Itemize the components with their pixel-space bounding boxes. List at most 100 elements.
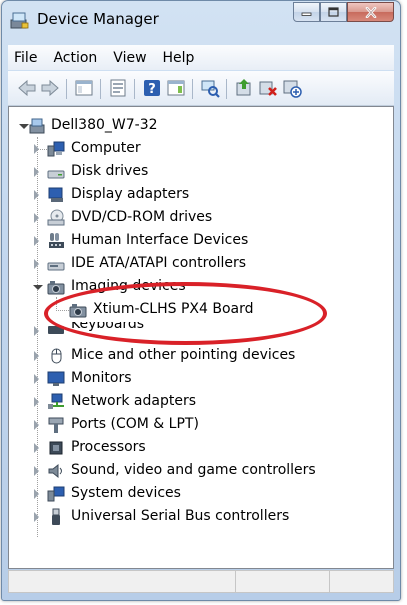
- port-icon: [48, 417, 64, 433]
- toolbar-separator: [134, 79, 135, 99]
- disable-device-icon[interactable]: [282, 78, 302, 98]
- tree-item-display-adapters[interactable]: Display adapters: [9, 184, 389, 207]
- svg-text:?: ?: [148, 82, 156, 97]
- maximize-button[interactable]: [320, 2, 347, 22]
- computer-icon: [47, 141, 65, 157]
- expand-arrow-icon[interactable]: [34, 259, 39, 269]
- expand-arrow-icon[interactable]: [34, 213, 39, 223]
- expand-arrow-icon[interactable]: [34, 512, 39, 522]
- tree-root-node[interactable]: Dell380_W7-32: [9, 115, 389, 138]
- help-icon[interactable]: ?: [142, 78, 162, 98]
- computer-root-icon: [29, 118, 45, 134]
- hid-icon: [49, 233, 64, 248]
- keyboard-icon: [48, 326, 64, 334]
- tree-item-label: Display adapters: [71, 186, 190, 202]
- expand-arrow-icon[interactable]: [34, 374, 39, 384]
- toolbar-separator: [100, 79, 101, 99]
- back-arrow-icon[interactable]: [17, 78, 37, 98]
- tree-item-label: Xtium-CLHS PX4 Board: [93, 301, 254, 317]
- tree-item-xtium-board[interactable]: Xtium-CLHS PX4 Board: [9, 299, 389, 322]
- close-icon: [365, 6, 376, 18]
- menu-file[interactable]: File: [8, 50, 45, 66]
- expand-arrow-icon[interactable]: [34, 489, 39, 499]
- minimize-icon: [301, 12, 312, 16]
- maximize-icon: [328, 7, 339, 17]
- tree-item-label: Mice and other pointing devices: [71, 347, 296, 363]
- tree-item-label: Keyboards: [71, 322, 145, 332]
- tree-item-sound-controllers[interactable]: Sound, video and game controllers: [9, 460, 389, 483]
- expand-arrow-icon[interactable]: [34, 443, 39, 453]
- show-action-pane-icon[interactable]: [166, 78, 186, 98]
- tree-item-usb-controllers[interactable]: Universal Serial Bus controllers: [9, 506, 389, 529]
- expand-arrow-icon[interactable]: [34, 397, 39, 407]
- menu-view[interactable]: View: [105, 50, 154, 66]
- tree-item-dvd-drives[interactable]: DVD/CD-ROM drives: [9, 207, 389, 230]
- sound-icon: [48, 463, 62, 479]
- tree-item-label: Universal Serial Bus controllers: [71, 508, 290, 524]
- device-tree-pane[interactable]: Dell380_W7-32 Computer Disk drives Displ…: [8, 106, 394, 569]
- tree-item-processors[interactable]: Processors: [9, 437, 389, 460]
- tree-item-disk-drives[interactable]: Disk drives: [9, 161, 389, 184]
- tree-item-label: Network adapters: [71, 393, 196, 409]
- tree-item-ide-controllers[interactable]: IDE ATA/ATAPI controllers: [9, 253, 389, 276]
- status-cell: [9, 571, 236, 592]
- tree-item-mice[interactable]: Mice and other pointing devices: [9, 345, 389, 368]
- device-manager-icon: [10, 12, 29, 29]
- expand-arrow-icon[interactable]: [34, 466, 39, 476]
- tree-item-label: DVD/CD-ROM drives: [71, 209, 213, 225]
- window-title: Device Manager: [37, 10, 159, 28]
- uninstall-icon[interactable]: [258, 78, 278, 98]
- tree-item-monitors[interactable]: Monitors: [9, 368, 389, 391]
- properties-icon[interactable]: [108, 78, 128, 98]
- menu-help[interactable]: Help: [155, 50, 203, 66]
- forward-arrow-icon[interactable]: [40, 78, 60, 98]
- menu-bar: File Action View Help: [8, 45, 394, 70]
- display-adapter-icon: [48, 187, 63, 202]
- tree-root-label: Dell380_W7-32: [51, 117, 158, 133]
- expand-arrow-icon[interactable]: [34, 326, 39, 336]
- status-bar: [8, 570, 394, 593]
- tree-item-label: Imaging devices: [71, 278, 186, 294]
- tree-item-label: IDE ATA/ATAPI controllers: [71, 255, 247, 271]
- collapse-arrow-icon[interactable]: [33, 285, 43, 290]
- tree-item-computer[interactable]: Computer: [9, 138, 389, 161]
- menu-action[interactable]: Action: [45, 50, 105, 66]
- tree-item-label: System devices: [71, 485, 181, 501]
- status-cell: [235, 571, 330, 592]
- tree-item-label: Sound, video and game controllers: [71, 462, 316, 478]
- camera-device-icon: [69, 304, 87, 318]
- imaging-device-icon: [47, 281, 65, 295]
- minimize-button[interactable]: [293, 2, 320, 22]
- tree-item-human-interface-devices[interactable]: Human Interface Devices: [9, 230, 389, 253]
- toolbar-separator: [192, 79, 193, 99]
- disk-drive-icon: [47, 170, 65, 179]
- toolbar-separator: [226, 79, 227, 99]
- expand-arrow-icon[interactable]: [34, 351, 39, 361]
- tree-item-ports[interactable]: Ports (COM & LPT): [9, 414, 389, 437]
- tree-item-imaging-devices[interactable]: Imaging devices: [9, 276, 389, 299]
- toolbar-separator: [66, 79, 67, 99]
- scan-hardware-changes-icon[interactable]: [200, 78, 220, 98]
- show-hide-console-tree-icon[interactable]: [74, 78, 94, 98]
- system-device-icon: [47, 486, 65, 502]
- tree-item-keyboards[interactable]: Keyboards: [9, 322, 389, 338]
- tree-item-label: Ports (COM & LPT): [71, 416, 199, 432]
- tree-item-label: Monitors: [71, 370, 132, 386]
- tree-item-label: Computer: [71, 140, 141, 156]
- expand-arrow-icon[interactable]: [34, 167, 39, 177]
- tree-item-label: Disk drives: [71, 163, 149, 179]
- expand-arrow-icon[interactable]: [34, 236, 39, 246]
- tree-item-network-adapters[interactable]: Network adapters: [9, 391, 389, 414]
- monitor-icon: [47, 371, 65, 386]
- close-button[interactable]: [347, 2, 394, 22]
- expand-arrow-icon[interactable]: [34, 420, 39, 430]
- expand-arrow-icon[interactable]: [34, 190, 39, 200]
- processor-icon: [49, 441, 63, 455]
- tree-item-system-devices[interactable]: System devices: [9, 483, 389, 506]
- dvd-drive-icon: [47, 209, 65, 226]
- tree-item-label: Human Interface Devices: [71, 232, 249, 248]
- update-driver-icon[interactable]: [234, 78, 254, 98]
- title-bar[interactable]: Device Manager: [2, 1, 400, 37]
- expand-arrow-icon[interactable]: [34, 144, 39, 154]
- mouse-icon: [51, 348, 62, 364]
